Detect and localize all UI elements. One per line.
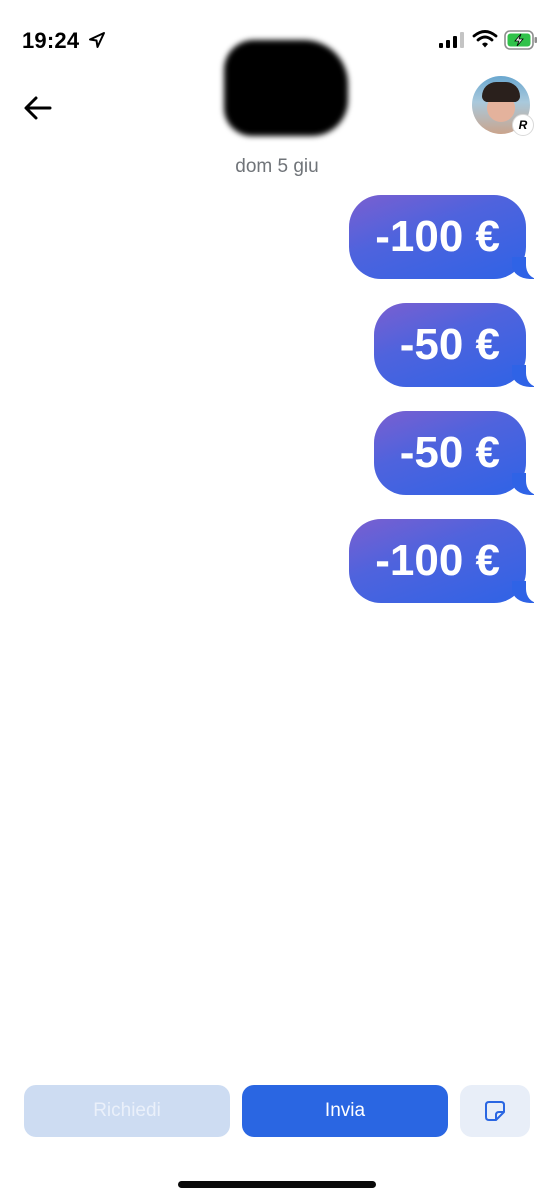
contact-name-redacted — [224, 40, 348, 136]
avatar-badge: R — [512, 114, 534, 136]
payment-bubble[interactable]: -100 € — [349, 519, 546, 603]
message-row: -100 € — [226, 195, 546, 279]
payment-bubble[interactable]: -50 € — [373, 411, 547, 495]
back-button[interactable] — [20, 90, 56, 126]
location-arrow-icon — [89, 32, 105, 48]
message-row: -50 € — [226, 411, 547, 495]
avatar[interactable]: R — [472, 76, 534, 136]
arrow-left-icon — [24, 96, 52, 120]
send-button[interactable]: Invia — [242, 1085, 448, 1137]
sticker-icon — [485, 1101, 505, 1121]
message-row: -50 € — [226, 303, 547, 387]
payment-bubble[interactable]: -100 € — [349, 195, 546, 279]
payment-bubble[interactable]: -50 € — [373, 303, 547, 387]
request-button[interactable]: Richiedi — [24, 1085, 230, 1137]
message-row: -100 € — [226, 519, 546, 603]
wifi-icon — [472, 30, 498, 48]
status-time: 19:24 — [22, 28, 80, 53]
battery-charging-icon — [504, 30, 537, 50]
sticker-button[interactable] — [460, 1085, 530, 1137]
conversation-date: dom 5 giu — [235, 156, 319, 177]
cellular-signal-icon — [439, 32, 464, 48]
home-indicator — [178, 1181, 376, 1188]
message-list: -100 € -50 € -50 € -100 € — [226, 195, 547, 627]
